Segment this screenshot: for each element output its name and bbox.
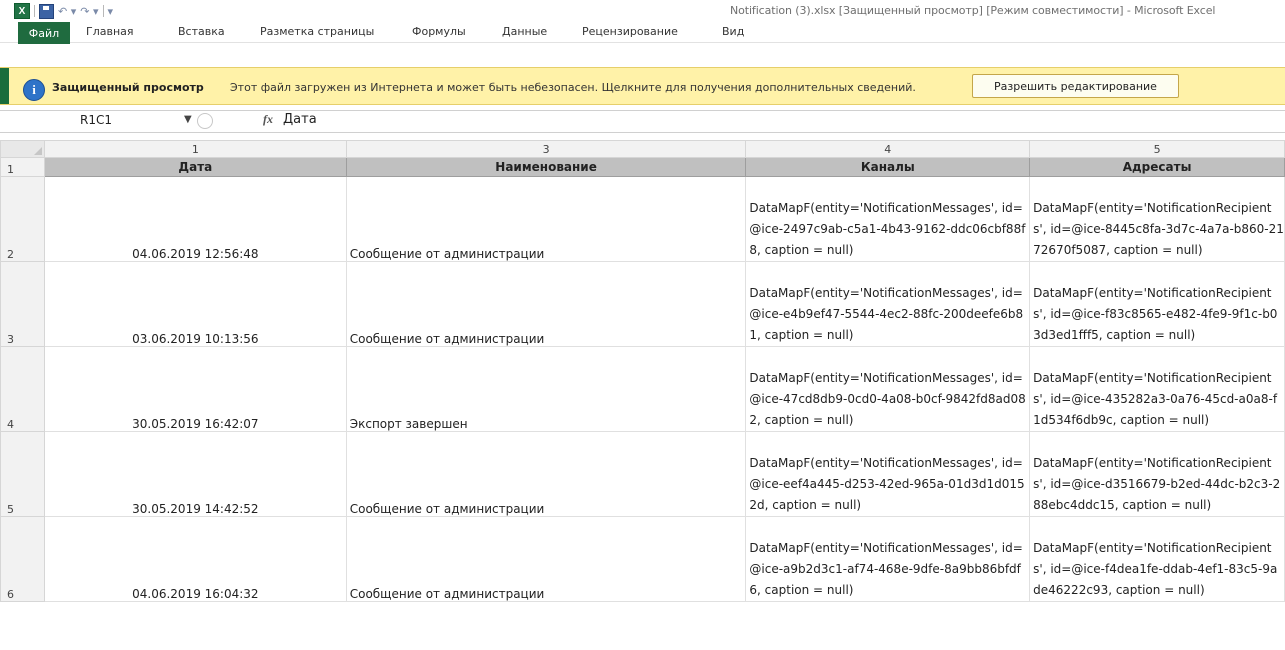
row-header[interactable]: 6 [0, 516, 45, 602]
channels-cell[interactable]: DataMapF(entity='NotificationMessages', … [745, 176, 1031, 262]
name-cell[interactable]: Сообщение от администрации [345, 261, 747, 347]
header-cell-name[interactable]: Наименование [345, 157, 747, 177]
quick-access-toolbar: X ↶ ▾ ↷ ▾ ▾ [14, 2, 113, 20]
tab-page-layout[interactable]: Разметка страницы [260, 25, 374, 38]
qat-separator [102, 5, 104, 17]
column-header[interactable]: 5 [1029, 140, 1285, 158]
excel-icon[interactable]: X [14, 3, 30, 19]
protected-view-message[interactable]: Этот файл загружен из Интернета и может … [230, 81, 916, 94]
formula-bar [0, 110, 1285, 133]
window-title: Notification (3).xlsx [Защищенный просмо… [730, 4, 1216, 17]
name-cell[interactable]: Сообщение от администрации [345, 176, 747, 262]
sheet-table: 1 3 4 5 1 Дата Наименование Каналы Адрес… [0, 140, 1285, 602]
date-cell[interactable]: 03.06.2019 10:13:56 [43, 261, 347, 347]
date-cell[interactable]: 30.05.2019 16:42:07 [43, 346, 347, 432]
recipients-cell[interactable]: DataMapF(entity='NotificationRecipients'… [1029, 346, 1285, 432]
table-row: 4 30.05.2019 16:42:07 Экспорт завершен D… [0, 346, 1285, 432]
name-box-dropdown-icon[interactable]: ▼ [184, 114, 192, 125]
select-all-corner[interactable] [0, 140, 45, 158]
column-header-row: 1 3 4 5 [0, 140, 1285, 158]
protected-view-accent [0, 68, 9, 104]
row-header[interactable]: 4 [0, 346, 45, 432]
info-icon: i [23, 79, 45, 101]
name-cell[interactable]: Экспорт завершен [345, 346, 747, 432]
redo-icon[interactable]: ↷ ▾ [80, 5, 98, 18]
recipients-cell[interactable]: DataMapF(entity='NotificationRecipients'… [1029, 431, 1285, 517]
recipients-cell[interactable]: DataMapF(entity='NotificationRecipients'… [1029, 176, 1285, 262]
header-cell-date[interactable]: Дата [43, 157, 347, 177]
undo-icon[interactable]: ↶ ▾ [58, 5, 76, 18]
tab-home[interactable]: Главная [86, 25, 134, 38]
table-row: 5 30.05.2019 14:42:52 Сообщение от админ… [0, 431, 1285, 517]
header-cell-channels[interactable]: Каналы [745, 157, 1031, 177]
name-box[interactable]: R1C1 [80, 113, 112, 127]
qat-separator [34, 5, 35, 17]
table-row: 6 04.06.2019 16:04:32 Сообщение от админ… [0, 516, 1285, 602]
spreadsheet-grid: 1 3 4 5 1 Дата Наименование Каналы Адрес… [0, 140, 1285, 602]
save-icon[interactable] [39, 3, 54, 19]
tab-review[interactable]: Рецензирование [582, 25, 678, 38]
row-header[interactable]: 3 [0, 261, 45, 347]
protected-view-title: Защищенный просмотр [52, 81, 204, 94]
row-header[interactable]: 2 [0, 176, 45, 262]
table-row: 3 03.06.2019 10:13:56 Сообщение от админ… [0, 261, 1285, 347]
formula-input[interactable]: Дата [283, 112, 317, 127]
ribbon-tabs: Файл Главная Вставка Разметка страницы Ф… [0, 22, 1285, 44]
insert-function-icon[interactable]: fx [263, 112, 273, 127]
tab-insert[interactable]: Вставка [178, 25, 225, 38]
enable-editing-button[interactable]: Разрешить редактирование [972, 74, 1179, 98]
row-header[interactable]: 5 [0, 431, 45, 517]
column-header[interactable]: 4 [745, 140, 1031, 158]
header-data-row: 1 Дата Наименование Каналы Адресаты [0, 157, 1285, 177]
name-cell[interactable]: Сообщение от администрации [345, 516, 747, 602]
title-bar: X ↶ ▾ ↷ ▾ ▾ Notification (3).xlsx [Защищ… [0, 0, 1285, 22]
tab-data[interactable]: Данные [502, 25, 547, 38]
tab-file[interactable]: Файл [18, 22, 70, 44]
channels-cell[interactable]: DataMapF(entity='NotificationMessages', … [745, 346, 1031, 432]
formula-bar-separator-icon [197, 113, 213, 129]
date-cell[interactable]: 04.06.2019 12:56:48 [43, 176, 347, 262]
column-header[interactable]: 3 [345, 140, 747, 158]
channels-cell[interactable]: DataMapF(entity='NotificationMessages', … [745, 261, 1031, 347]
column-header[interactable]: 1 [43, 140, 347, 158]
recipients-cell[interactable]: DataMapF(entity='NotificationRecipients'… [1029, 261, 1285, 347]
row-header[interactable]: 1 [0, 157, 45, 177]
tab-formulas[interactable]: Формулы [412, 25, 466, 38]
header-cell-recipients[interactable]: Адресаты [1029, 157, 1285, 177]
tab-view[interactable]: Вид [722, 25, 744, 38]
channels-cell[interactable]: DataMapF(entity='NotificationMessages', … [745, 516, 1031, 602]
recipients-cell[interactable]: DataMapF(entity='NotificationRecipients'… [1029, 516, 1285, 602]
table-row: 2 04.06.2019 12:56:48 Сообщение от админ… [0, 176, 1285, 262]
date-cell[interactable]: 04.06.2019 16:04:32 [43, 516, 347, 602]
name-cell[interactable]: Сообщение от администрации [345, 431, 747, 517]
date-cell[interactable]: 30.05.2019 14:42:52 [43, 431, 347, 517]
channels-cell[interactable]: DataMapF(entity='NotificationMessages', … [745, 431, 1031, 517]
customize-qat-icon[interactable]: ▾ [108, 5, 114, 18]
